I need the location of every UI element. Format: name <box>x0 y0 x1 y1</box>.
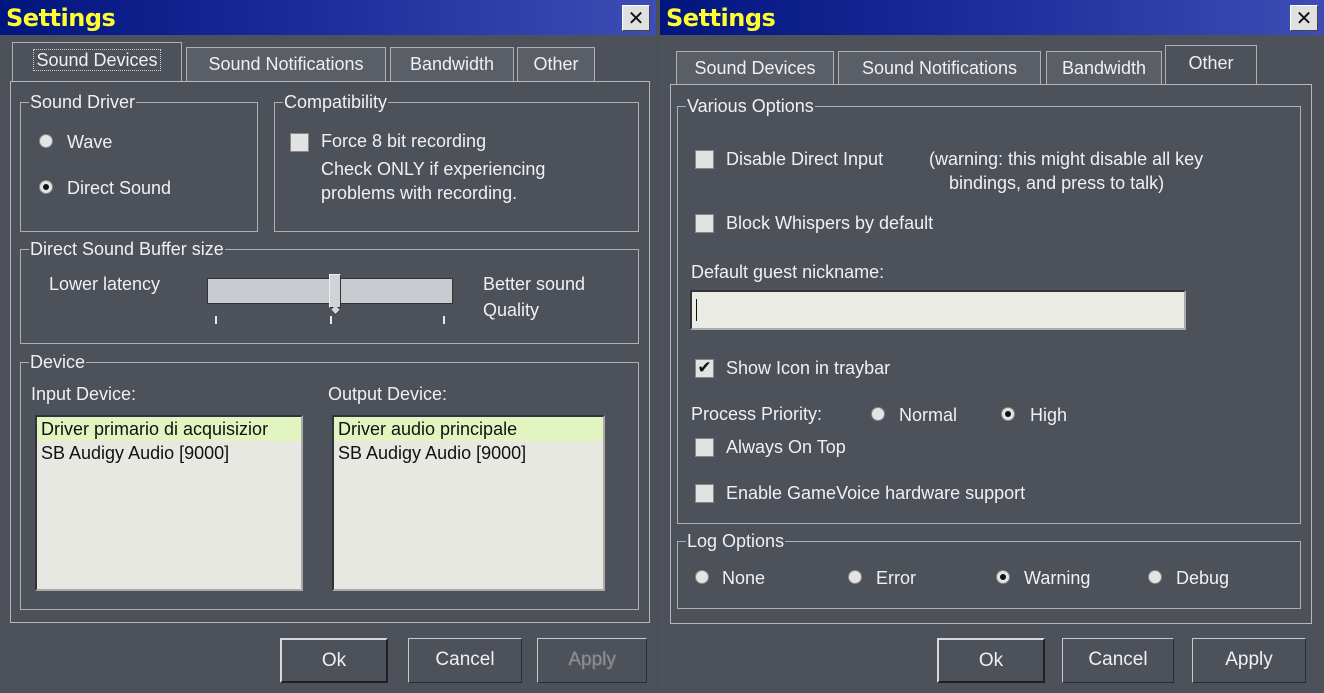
input-device-label: Input Device: <box>31 384 137 404</box>
process-priority-label: Process Priority: <box>691 404 823 424</box>
radio-log-error[interactable] <box>848 570 862 584</box>
quality-label: Quality <box>483 300 540 320</box>
group-legend: Log Options <box>686 530 786 552</box>
apply-button[interactable]: Apply <box>537 638 647 683</box>
tab-label: Sound Devices <box>33 49 161 71</box>
tab-bandwidth[interactable]: Bandwidth <box>390 47 514 81</box>
block-whispers-label: Block Whispers by default <box>726 213 934 233</box>
cancel-button[interactable]: Cancel <box>1062 638 1174 683</box>
sound-driver-group: Sound Driver Wave Direct Sound <box>20 91 258 232</box>
gamevoice-label: Enable GameVoice hardware support <box>726 483 1026 503</box>
radio-warning-label: Warning <box>1024 568 1091 588</box>
output-device-list[interactable]: Driver audio principale SB Audigy Audio … <box>332 415 605 591</box>
group-legend: Device <box>29 351 87 373</box>
list-item[interactable]: SB Audigy Audio [9000] <box>37 441 301 465</box>
tab-sound-devices[interactable]: Sound Devices <box>676 51 834 85</box>
group-legend: Sound Driver <box>29 91 137 113</box>
settings-window-right: Settings ✕ Sound Devices Sound Notificat… <box>660 0 1324 693</box>
output-device-label: Output Device: <box>328 384 448 404</box>
always-on-top-label: Always On Top <box>726 437 846 457</box>
ok-button[interactable]: Ok <box>937 638 1045 683</box>
guest-nickname-input[interactable] <box>690 290 1186 330</box>
tab-label: Bandwidth <box>1061 58 1147 78</box>
radio-priority-high[interactable] <box>1001 407 1015 421</box>
slider-tick <box>215 316 217 324</box>
radio-normal-label: Normal <box>899 405 958 425</box>
radio-debug-label: Debug <box>1176 568 1230 588</box>
show-icon-label: Show Icon in traybar <box>726 358 891 378</box>
gamevoice-checkbox[interactable] <box>695 484 714 503</box>
force-8bit-label: Force 8 bit recording <box>321 131 487 151</box>
show-icon-checkbox[interactable]: ✔ <box>695 359 714 378</box>
settings-window-left: Settings ✕ Sound Devices Sound Notificat… <box>0 0 656 693</box>
disable-direct-input-label: Disable Direct Input <box>726 149 884 169</box>
radio-direct-sound-label: Direct Sound <box>67 178 172 198</box>
tab-panel: Sound Driver Wave Direct Sound Compatibi… <box>10 81 650 623</box>
tab-sound-notifications[interactable]: Sound Notifications <box>838 51 1041 85</box>
text-caret <box>696 299 697 321</box>
tab-panel: Various Options Disable Direct Input (wa… <box>670 84 1312 624</box>
guest-nickname-label: Default guest nickname: <box>691 262 885 282</box>
tab-label: Sound Notifications <box>208 54 364 74</box>
warning-line-1: (warning: this might disable all key <box>929 149 1204 169</box>
tab-other[interactable]: Other <box>517 47 595 81</box>
close-button[interactable]: ✕ <box>622 5 650 31</box>
radio-direct-sound[interactable] <box>39 180 53 194</box>
radio-high-label: High <box>1030 405 1068 425</box>
group-legend: Various Options <box>686 95 815 117</box>
apply-button[interactable]: Apply <box>1192 638 1306 683</box>
title-bar: Settings ✕ <box>0 0 656 35</box>
buffer-size-group: Direct Sound Buffer size Lower latency B… <box>20 238 639 344</box>
tab-other[interactable]: Other <box>1165 45 1257 85</box>
log-options-group: Log Options None Error Warning Debug <box>677 530 1301 609</box>
compat-note-1: Check ONLY if experiencing <box>321 159 546 179</box>
tab-sound-devices[interactable]: Sound Devices <box>12 42 182 82</box>
title-bar: Settings ✕ <box>660 0 1324 35</box>
buffer-slider-thumb[interactable] <box>328 274 341 308</box>
lower-latency-label: Lower latency <box>49 274 161 294</box>
slider-tick <box>330 316 332 324</box>
list-item[interactable]: SB Audigy Audio [9000] <box>334 441 603 465</box>
group-legend: Direct Sound Buffer size <box>29 238 225 260</box>
better-sound-label: Better sound <box>483 274 586 294</box>
always-on-top-checkbox[interactable] <box>695 438 714 457</box>
force-8bit-checkbox[interactable] <box>290 133 309 152</box>
tab-label: Other <box>1188 53 1234 73</box>
block-whispers-checkbox[interactable] <box>695 214 714 233</box>
window-title: Settings <box>666 4 776 32</box>
radio-priority-normal[interactable] <box>871 407 885 421</box>
radio-wave[interactable] <box>39 134 53 148</box>
radio-log-warning[interactable] <box>996 570 1010 584</box>
device-group: Device Input Device: Output Device: Driv… <box>20 351 639 610</box>
compat-note-2: problems with recording. <box>321 183 518 203</box>
tab-sound-notifications[interactable]: Sound Notifications <box>186 47 386 81</box>
radio-none-label: None <box>722 568 766 588</box>
radio-log-debug[interactable] <box>1148 570 1162 584</box>
list-item[interactable]: Driver primario di acquisizior <box>37 417 301 441</box>
compatibility-group: Compatibility Force 8 bit recording Chec… <box>274 91 639 232</box>
radio-error-label: Error <box>876 568 916 588</box>
input-device-list[interactable]: Driver primario di acquisizior SB Audigy… <box>35 415 303 591</box>
tab-label: Other <box>533 54 579 74</box>
radio-wave-label: Wave <box>67 132 113 152</box>
radio-log-none[interactable] <box>695 570 709 584</box>
tab-label: Sound Notifications <box>861 58 1018 78</box>
various-options-group: Various Options Disable Direct Input (wa… <box>677 95 1301 524</box>
ok-button[interactable]: Ok <box>280 638 388 683</box>
warning-line-2: bindings, and press to talk) <box>949 173 1165 193</box>
window-title: Settings <box>6 4 116 32</box>
list-item[interactable]: Driver audio principale <box>334 417 603 441</box>
tab-bandwidth[interactable]: Bandwidth <box>1046 51 1162 85</box>
group-legend: Compatibility <box>283 91 389 113</box>
disable-direct-input-checkbox[interactable] <box>695 150 714 169</box>
cancel-button[interactable]: Cancel <box>408 638 522 683</box>
tab-label: Sound Devices <box>694 58 816 78</box>
tab-label: Bandwidth <box>409 54 495 74</box>
close-button[interactable]: ✕ <box>1290 5 1318 31</box>
slider-tick <box>443 316 445 324</box>
